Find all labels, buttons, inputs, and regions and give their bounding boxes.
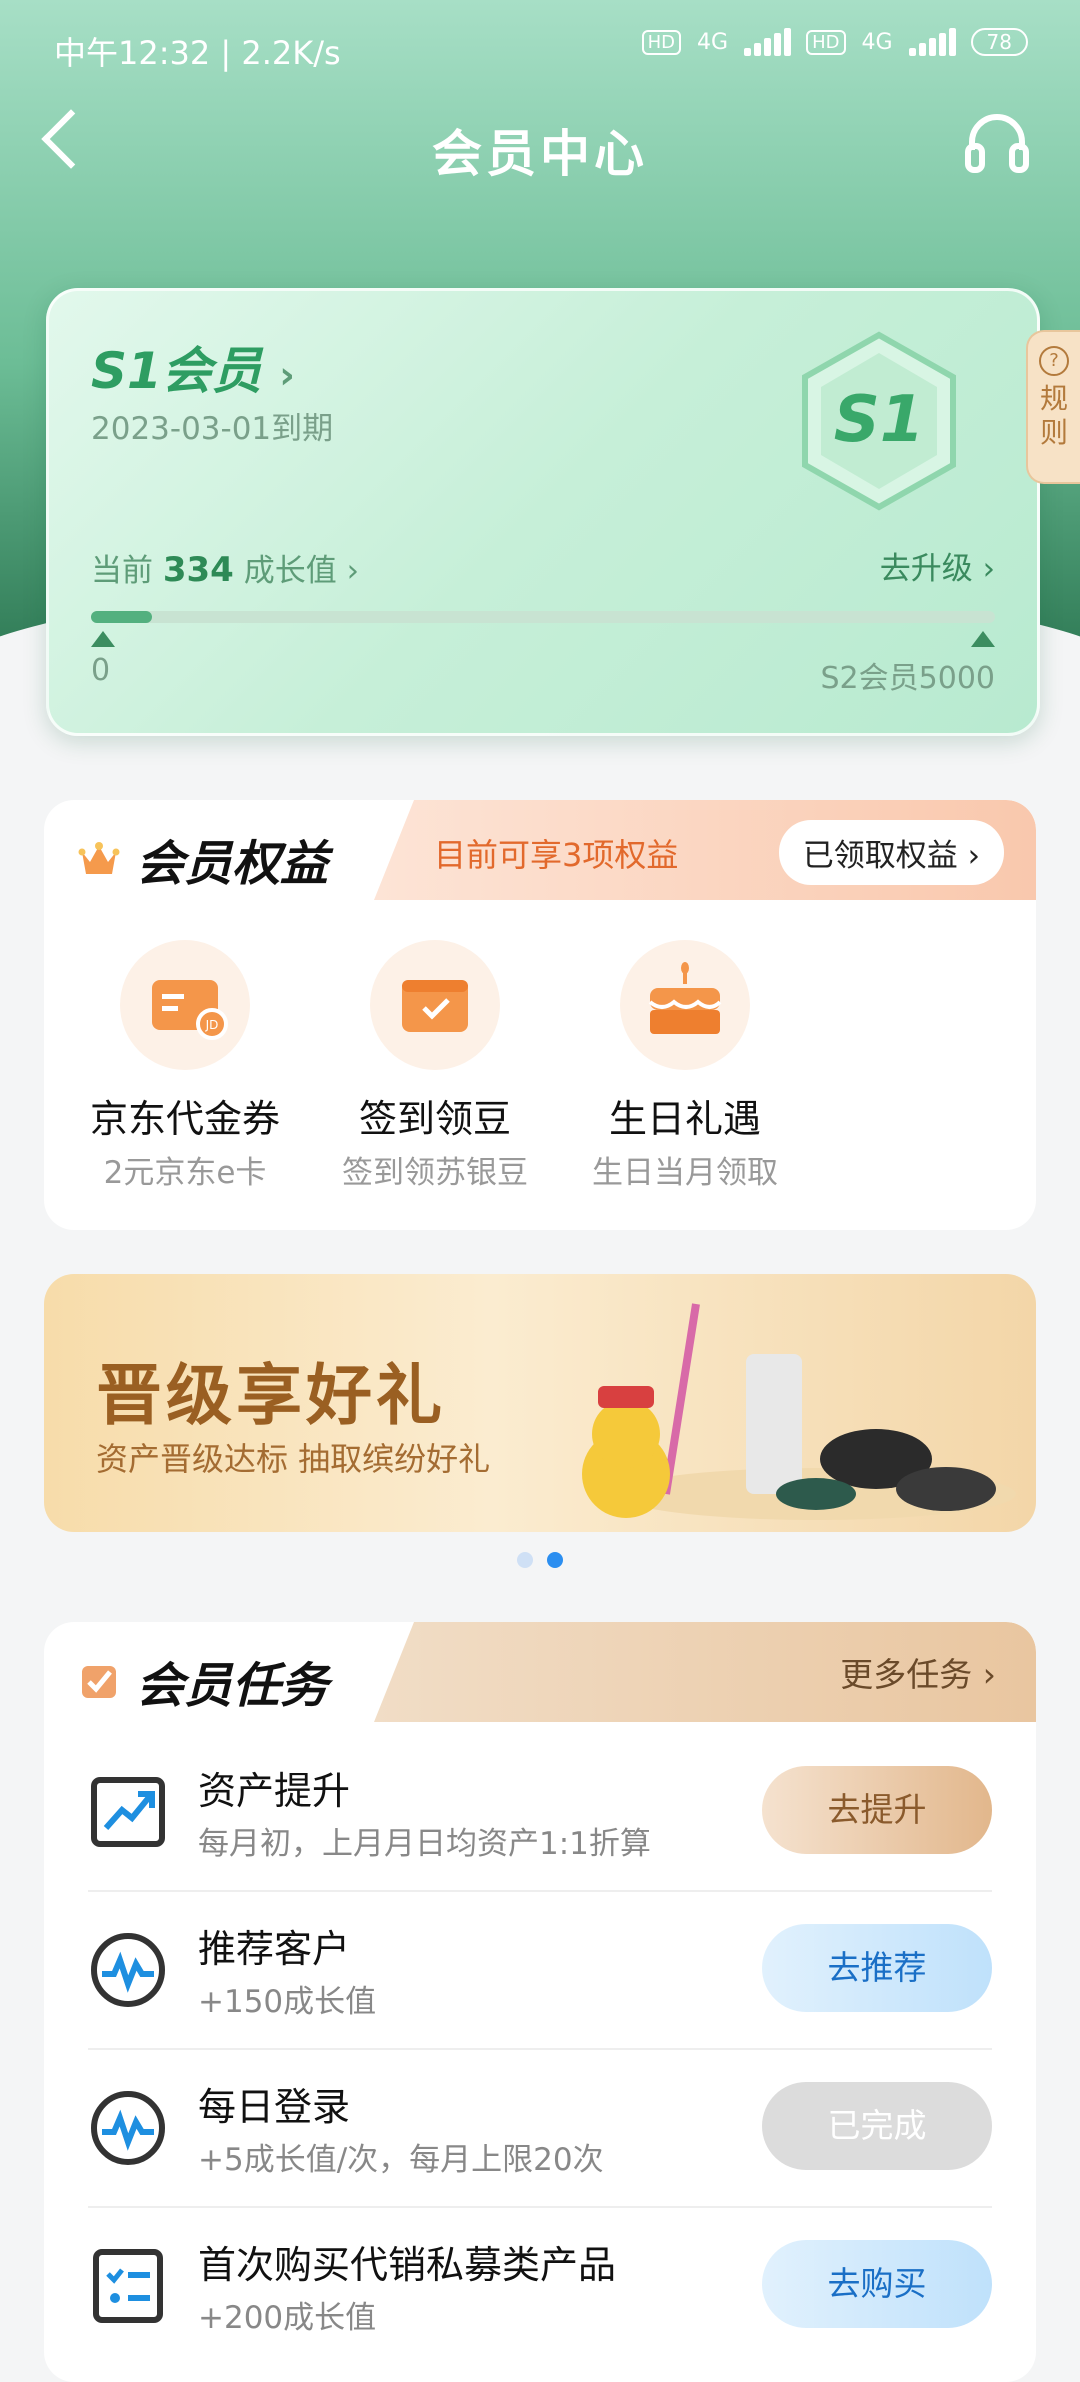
- network-type-1: 4G: [697, 29, 729, 55]
- task-action-button[interactable]: 去购买: [762, 2240, 992, 2328]
- hd-icon: HD: [806, 29, 846, 55]
- task-list: 资产提升 每月初，上月月日均资产1:1折算 去提升 推荐客户 +150成长值 去…: [44, 1722, 1036, 2364]
- benefit-desc: 签到领苏银豆: [342, 1155, 528, 1191]
- hd-icon: HD: [641, 29, 682, 55]
- benefits-section: 会员权益 目前可享3项权益 已领取权益 › JD 京东代金券 2元京东e卡 签到…: [44, 800, 1036, 1230]
- chevron-right-icon: ›: [982, 551, 995, 587]
- benefit-name: 生日礼遇: [608, 1097, 761, 1141]
- network-type-2: 4G: [861, 29, 893, 55]
- task-desc: +5成长值/次，每月上限20次: [198, 2142, 604, 2178]
- nav-header: 会员中心: [0, 100, 1080, 190]
- carousel-dot-active[interactable]: [547, 1552, 563, 1568]
- benefits-title: 会员权益: [78, 824, 328, 894]
- benefits-list: JD 京东代金券 2元京东e卡 签到领豆 签到领苏银豆 生日礼遇 生日当月领取: [44, 900, 1036, 1222]
- status-time: 中午12:32 | 2.2K/s: [54, 34, 341, 72]
- task-name: 每日登录: [198, 2085, 351, 2129]
- progress-end-marker: [971, 631, 995, 647]
- benefit-name: 签到领豆: [358, 1097, 511, 1141]
- progress-start-marker: [91, 631, 115, 647]
- member-level[interactable]: S1会员 ›: [91, 331, 295, 403]
- promo-banner[interactable]: 晋级享好礼 资产晋级达标 抽取缤纷好礼: [44, 1274, 1036, 1532]
- customer-service-icon[interactable]: [964, 110, 1030, 174]
- expire-date: 2023-03-01到期: [91, 411, 334, 447]
- voucher-card-icon: JD: [120, 940, 250, 1070]
- benefit-desc: 2元京东e卡: [103, 1155, 267, 1191]
- task-desc: +150成长值: [198, 1984, 377, 2020]
- rules-tab[interactable]: ? 规则: [1026, 330, 1080, 484]
- pulse-icon: [91, 1933, 165, 2007]
- benefit-desc: 生日当月领取: [592, 1155, 778, 1191]
- status-bar: 中午12:32 | 2.2K/s HD 4G HD 4G 78: [0, 0, 1080, 90]
- task-row: 首次购买代销私募类产品 +200成长值 去购买: [88, 2208, 992, 2364]
- page-title: 会员中心: [432, 125, 648, 183]
- chevron-right-icon: ›: [967, 838, 980, 874]
- trend-chart-icon: [91, 1777, 165, 1847]
- level-badge-text: S1: [834, 383, 925, 457]
- claimed-benefits-button[interactable]: 已领取权益 ›: [778, 820, 1004, 885]
- task-row: 推荐客户 +150成长值 去推荐: [88, 1892, 992, 2050]
- banner-title: 晋级享好礼: [96, 1357, 446, 1434]
- benefit-item[interactable]: 签到领豆 签到领苏银豆: [310, 940, 560, 1192]
- question-icon: ?: [1039, 346, 1069, 376]
- upgrade-link[interactable]: 去升级 ›: [880, 543, 995, 588]
- growth-progress-bar: [91, 611, 995, 623]
- tasks-tab: 更多任务 ›: [374, 1622, 1036, 1722]
- banner-subtitle: 资产晋级达标 抽取缤纷好礼: [96, 1440, 491, 1478]
- chevron-right-icon: ›: [346, 553, 359, 589]
- membership-card: S1会员 › 2023-03-01到期 S1 当前 334 成长值 › 去升级 …: [46, 288, 1040, 736]
- carousel-dot[interactable]: [517, 1552, 533, 1568]
- progress-fill: [91, 611, 152, 623]
- benefits-header: 会员权益 目前可享3项权益 已领取权益 ›: [44, 800, 1036, 900]
- task-row: 每日登录 +5成长值/次，每月上限20次 已完成: [88, 2050, 992, 2208]
- benefits-tab: 目前可享3项权益 已领取权益 ›: [374, 800, 1036, 900]
- task-row: 资产提升 每月初，上月月日均资产1:1折算 去提升: [88, 1734, 992, 1892]
- pulse-icon: [91, 2091, 165, 2165]
- checklist-icon: [93, 2249, 163, 2323]
- prize-illustration: [582, 1303, 1016, 1520]
- benefit-item[interactable]: 生日礼遇 生日当月领取: [560, 940, 810, 1192]
- signal-icon: [908, 28, 956, 56]
- tasks-title: 会员任务: [78, 1646, 328, 1716]
- more-tasks-link[interactable]: 更多任务 ›: [840, 1648, 996, 1696]
- level-badge: S1: [802, 331, 956, 511]
- task-name: 推荐客户: [198, 1927, 351, 1971]
- birthday-cake-icon: [620, 940, 750, 1070]
- chevron-right-icon: ›: [982, 1655, 996, 1694]
- signal-icon: [744, 28, 792, 56]
- task-check-icon: [82, 1666, 116, 1698]
- benefit-item[interactable]: JD 京东代金券 2元京东e卡: [60, 940, 310, 1192]
- progress-max: S2会员5000: [820, 661, 995, 696]
- task-name: 资产提升: [198, 1769, 351, 1813]
- task-completed-button: 已完成: [762, 2082, 992, 2170]
- checkin-calendar-icon: [370, 940, 500, 1070]
- task-desc: +200成长值: [198, 2300, 377, 2336]
- svg-text:JD: JD: [205, 1018, 219, 1032]
- progress-min: 0: [91, 653, 111, 688]
- crown-icon: [78, 842, 120, 874]
- tasks-header: 会员任务 更多任务 ›: [44, 1622, 1036, 1722]
- benefits-count: 目前可享3项权益: [434, 836, 679, 874]
- carousel-indicator: [0, 1552, 1080, 1572]
- task-action-button[interactable]: 去推荐: [762, 1924, 992, 2012]
- task-desc: 每月初，上月月日均资产1:1折算: [198, 1826, 651, 1862]
- battery-icon: 78: [970, 28, 1028, 56]
- rules-label: 规则: [1040, 382, 1069, 449]
- chevron-right-icon: ›: [279, 353, 295, 397]
- growth-value[interactable]: 当前 334 成长值 ›: [91, 545, 359, 590]
- benefit-name: 京东代金券: [89, 1097, 280, 1141]
- task-action-button[interactable]: 去提升: [762, 1766, 992, 1854]
- tasks-section: 会员任务 更多任务 › 资产提升 每月初，上月月日均资产1:1折算 去提升 推荐…: [44, 1622, 1036, 2382]
- task-name: 首次购买代销私募类产品: [198, 2243, 617, 2287]
